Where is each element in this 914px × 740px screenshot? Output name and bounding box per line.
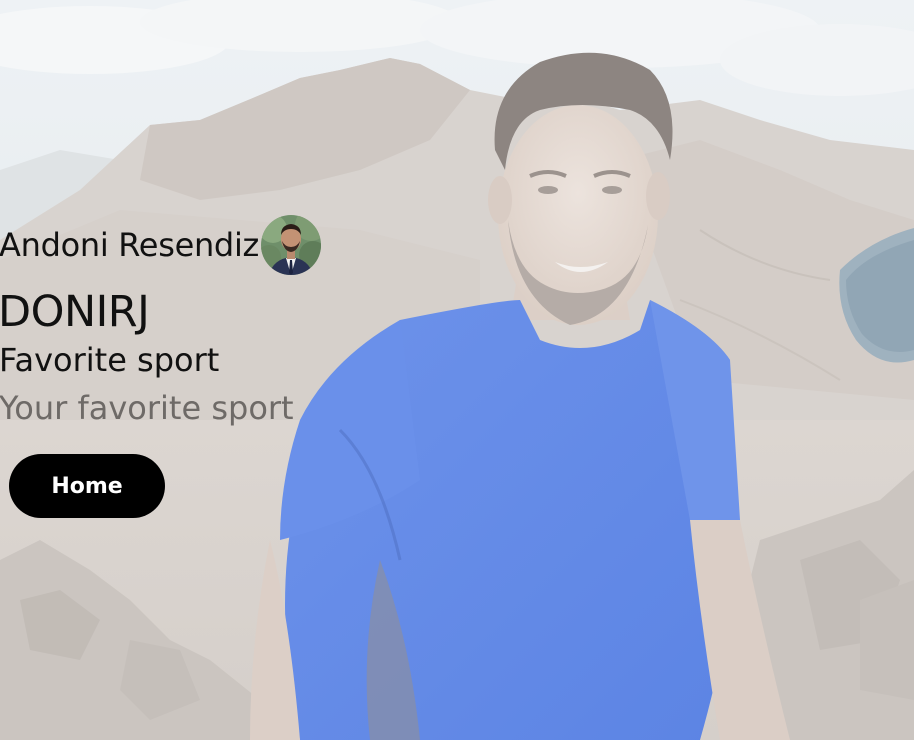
profile-header: Andoni Resendiz: [0, 214, 420, 276]
avatar: [261, 215, 322, 275]
home-button[interactable]: Home: [9, 454, 165, 518]
full-name: Andoni Resendiz: [0, 226, 260, 264]
favorite-sport-label: Favorite sport: [0, 341, 220, 379]
profile-panel: Andoni Resendiz DONIRJ Favorite sport Yo…: [0, 214, 420, 430]
username: DONIRJ: [0, 287, 150, 337]
avatar-photo-icon: [261, 215, 322, 275]
favorite-sport-input[interactable]: [0, 386, 359, 430]
